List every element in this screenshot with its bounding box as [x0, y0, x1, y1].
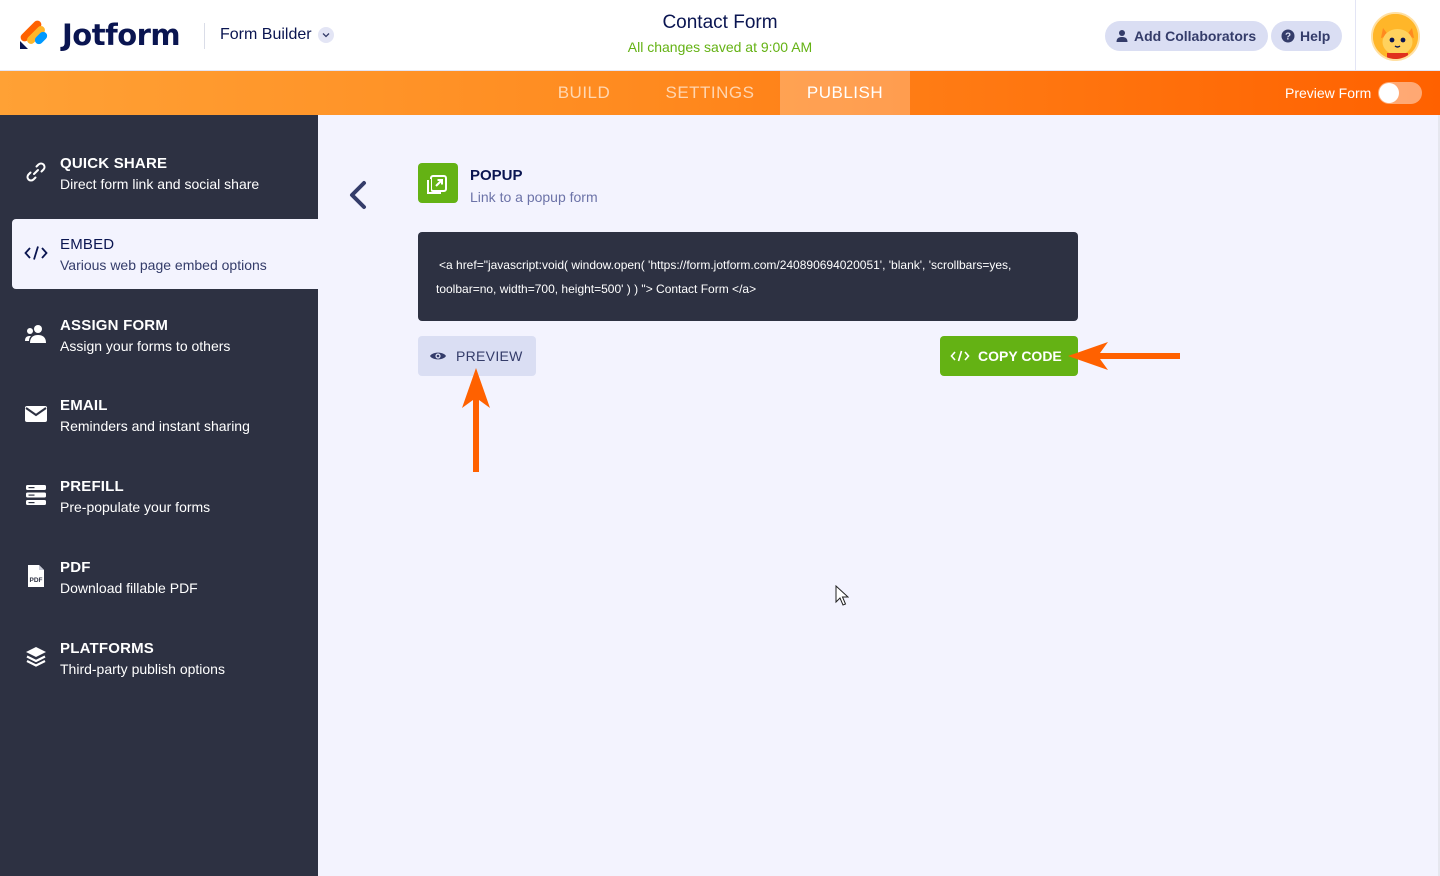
svg-text:?: ?	[1285, 32, 1291, 43]
sidebar-item-pdf[interactable]: PDF PDF Download fillable PDF	[0, 542, 318, 612]
sidebar-item-title: PDF	[60, 559, 91, 576]
mouse-cursor-icon	[835, 585, 849, 606]
form-builder-dropdown[interactable]: Form Builder	[220, 26, 334, 44]
tab-settings[interactable]: SETTINGS	[640, 71, 780, 115]
code-icon	[24, 241, 48, 265]
sidebar-item-subtitle: Assign your forms to others	[60, 338, 231, 354]
brand-name: Jotform	[62, 18, 181, 52]
prefill-icon	[24, 483, 48, 507]
publish-sidebar: QUICK SHARE Direct form link and social …	[0, 115, 318, 876]
form-builder-label: Form Builder	[220, 26, 312, 43]
chevron-left-icon	[350, 181, 366, 209]
sidebar-item-subtitle: Pre-populate your forms	[60, 499, 211, 515]
copy-code-label: COPY CODE	[978, 348, 1062, 364]
toggle-knob	[1379, 83, 1399, 103]
form-title[interactable]: Contact Form	[520, 12, 920, 34]
add-collaborators-label: Add Collaborators	[1134, 28, 1257, 44]
sidebar-item-subtitle: Third-party publish options	[60, 661, 225, 677]
eye-icon	[429, 350, 447, 362]
copy-code-button[interactable]: COPY CODE	[940, 336, 1078, 376]
tab-publish[interactable]: PUBLISH	[780, 71, 910, 115]
arrow-up-annotation-icon	[462, 368, 490, 472]
question-icon: ?	[1281, 29, 1295, 43]
add-collaborators-button[interactable]: Add Collaborators	[1105, 21, 1269, 51]
help-button[interactable]: ? Help	[1271, 21, 1343, 51]
section-subtitle: Link to a popup form	[470, 189, 598, 205]
sidebar-item-subtitle: Various web page embed options	[60, 257, 267, 273]
builder-tabbar: BUILD SETTINGS PUBLISH Preview Form	[0, 71, 1440, 115]
chevron-down-icon	[317, 27, 334, 43]
users-icon	[24, 322, 48, 346]
user-icon	[1115, 29, 1129, 43]
link-icon	[24, 160, 48, 184]
avatar[interactable]	[1371, 12, 1420, 61]
svg-text:PDF: PDF	[30, 577, 43, 584]
sidebar-item-title: EMAIL	[60, 397, 108, 414]
section-title: POPUP	[470, 167, 523, 184]
form-title-area: Contact Form All changes saved at 9:00 A…	[520, 12, 920, 55]
arrow-left-annotation-icon	[1068, 342, 1180, 370]
back-button[interactable]	[344, 178, 372, 212]
preview-label: PREVIEW	[456, 348, 523, 364]
sidebar-item-title: PREFILL	[60, 478, 124, 495]
jotform-logo-icon	[20, 20, 48, 49]
sidebar-item-platforms[interactable]: PLATFORMS Third-party publish options	[0, 623, 318, 693]
sidebar-item-title: QUICK SHARE	[60, 155, 168, 172]
sidebar-item-subtitle: Direct form link and social share	[60, 176, 260, 192]
sidebar-item-subtitle: Download fillable PDF	[60, 580, 198, 596]
sidebar-item-title: EMBED	[60, 236, 115, 253]
save-status: All changes saved at 9:00 AM	[627, 39, 813, 55]
header-divider-right	[1355, 0, 1356, 71]
sidebar-item-embed[interactable]: EMBED Various web page embed options	[12, 219, 318, 289]
pdf-icon: PDF	[24, 564, 48, 588]
sidebar-item-quick-share[interactable]: QUICK SHARE Direct form link and social …	[0, 138, 318, 208]
preview-form-toggle[interactable]	[1378, 82, 1422, 104]
sidebar-item-assign-form[interactable]: ASSIGN FORM Assign your forms to others	[0, 300, 318, 370]
layers-icon	[24, 645, 48, 669]
sidebar-item-title: PLATFORMS	[60, 640, 155, 657]
top-header: Jotform Form Builder Contact Form All ch…	[0, 0, 1440, 71]
sidebar-item-email[interactable]: EMAIL Reminders and instant sharing	[0, 380, 318, 450]
help-label: Help	[1300, 28, 1331, 44]
code-icon	[950, 350, 970, 362]
preview-form-label: Preview Form	[1285, 85, 1372, 101]
embed-code-box[interactable]: <a href="javascript:void( window.open( '…	[418, 232, 1078, 321]
sidebar-item-prefill[interactable]: PREFILL Pre-populate your forms	[0, 461, 318, 531]
popup-icon	[418, 163, 458, 203]
embed-code-line: toolbar=no, width=700, height=500' ) ) "…	[436, 282, 757, 296]
embed-code-line: <a href="javascript:void( window.open( '…	[439, 258, 1012, 272]
sidebar-item-subtitle: Reminders and instant sharing	[60, 418, 250, 434]
tab-build[interactable]: BUILD	[530, 71, 638, 115]
jotform-logo[interactable]: Jotform	[18, 18, 181, 52]
avatar-cat-icon	[1373, 14, 1418, 59]
envelope-icon	[24, 402, 48, 426]
header-divider	[204, 23, 205, 49]
sidebar-item-title: ASSIGN FORM	[60, 317, 169, 334]
